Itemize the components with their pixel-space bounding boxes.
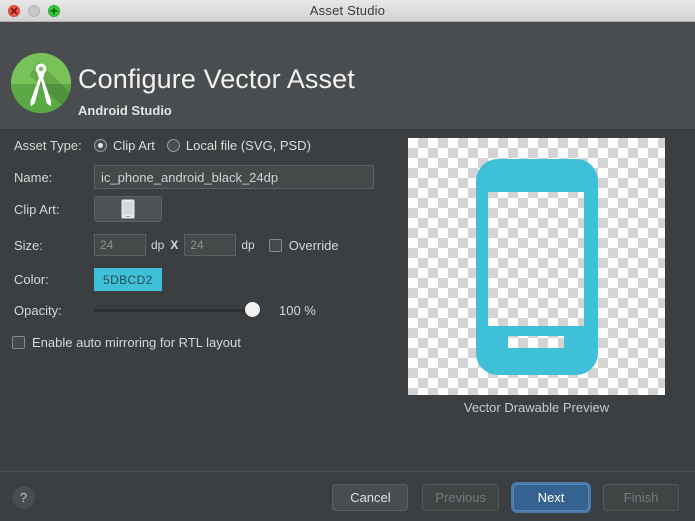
size-label: Size: <box>14 237 43 253</box>
opacity-slider[interactable] <box>94 302 260 318</box>
window-controls <box>8 0 60 22</box>
radio-clip-art-indicator[interactable] <box>94 139 107 152</box>
cancel-button[interactable]: Cancel <box>332 484 409 511</box>
vector-drawable-preview <box>408 138 665 395</box>
preview-caption: Vector Drawable Preview <box>463 400 610 415</box>
color-swatch-button[interactable]: 5DBCD2 <box>94 268 162 291</box>
clip-art-picker-button[interactable] <box>94 196 162 222</box>
override-checkbox[interactable] <box>268 238 282 252</box>
color-label: Color: <box>14 272 49 287</box>
radio-clip-art[interactable]: Clip Art <box>94 138 155 153</box>
clip-art-row: Clip Art: <box>14 196 162 222</box>
dialog-footer: ? Cancel Previous Next Finish <box>0 471 695 521</box>
rtl-mirror-checkbox[interactable] <box>12 336 25 349</box>
opacity-slider-track[interactable] <box>94 309 259 312</box>
size-width-unit: dp <box>151 238 165 252</box>
help-button[interactable]: ? <box>12 486 35 509</box>
opacity-slider-wrap: 100 % <box>94 302 316 318</box>
next-button[interactable]: Next <box>513 484 589 511</box>
plus-icon <box>50 7 58 15</box>
clip-art-label: Clip Art: <box>14 201 60 217</box>
size-separator: X <box>170 238 179 252</box>
phone-android-icon <box>121 199 135 219</box>
radio-clip-art-label: Clip Art <box>113 138 155 153</box>
name-row: Name: <box>14 165 374 189</box>
name-input[interactable] <box>94 165 374 189</box>
minimize-window-button[interactable] <box>28 5 40 17</box>
opacity-row: Opacity: 100 % <box>14 302 316 318</box>
override-checkbox-wrap[interactable]: Override <box>268 237 339 253</box>
rtl-mirror-label: Enable auto mirroring for RTL layout <box>32 335 241 350</box>
maximize-window-button[interactable] <box>48 5 60 17</box>
asset-type-radio-group: Clip Art Local file (SVG, PSD) <box>94 138 311 153</box>
radio-local-file[interactable]: Local file (SVG, PSD) <box>166 138 311 153</box>
rtl-mirror-row[interactable]: Enable auto mirroring for RTL layout <box>12 335 241 350</box>
footer-button-group: Cancel Previous Next Finish <box>332 484 679 511</box>
asset-studio-dialog: Asset Studio Configure Vector Asset Andr… <box>0 0 695 521</box>
vector-asset-form: Asset Type: Clip Art Local file (SVG, PS… <box>0 130 400 471</box>
page-subtitle: Android Studio <box>78 103 172 118</box>
asset-type-row: Asset Type: Clip Art Local file (SVG, PS… <box>14 138 311 153</box>
window-titlebar: Asset Studio <box>0 0 695 22</box>
asset-type-label: Asset Type: <box>14 138 82 153</box>
opacity-slider-knob[interactable] <box>245 302 260 317</box>
override-label: Override <box>288 237 339 253</box>
previous-button[interactable]: Previous <box>422 484 499 511</box>
close-icon <box>10 7 18 15</box>
android-studio-logo-icon <box>10 52 72 114</box>
phone-android-preview-icon <box>476 159 598 375</box>
page-title: Configure Vector Asset <box>78 64 355 94</box>
size-height-unit: dp <box>241 238 255 252</box>
radio-local-file-label: Local file (SVG, PSD) <box>185 138 311 153</box>
window-title: Asset Studio <box>309 3 386 18</box>
opacity-label: Opacity: <box>14 302 62 318</box>
size-row: Size: dp X dp Override <box>14 234 339 256</box>
name-label: Name: <box>14 169 53 185</box>
close-window-button[interactable] <box>8 5 20 17</box>
radio-local-file-indicator[interactable] <box>166 139 180 152</box>
size-width-input[interactable] <box>94 234 146 256</box>
dialog-body: Asset Type: Clip Art Local file (SVG, PS… <box>0 130 695 471</box>
opacity-value: 100 % <box>279 302 316 318</box>
size-height-input[interactable] <box>184 234 237 256</box>
finish-button[interactable]: Finish <box>603 484 679 511</box>
rtl-mirror-checkbox-wrap[interactable]: Enable auto mirroring for RTL layout <box>12 335 241 350</box>
color-row: Color: 5DBCD2 <box>14 268 162 291</box>
dialog-header: Configure Vector Asset Android Studio <box>0 22 695 130</box>
